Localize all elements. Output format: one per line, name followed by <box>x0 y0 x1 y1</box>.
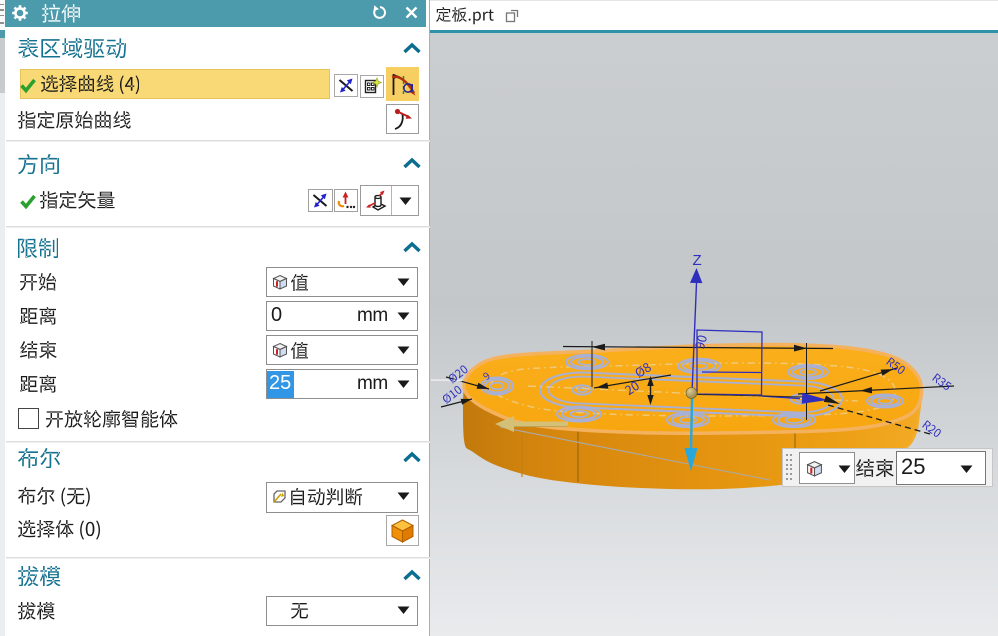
svg-text:Z: Z <box>693 252 702 269</box>
